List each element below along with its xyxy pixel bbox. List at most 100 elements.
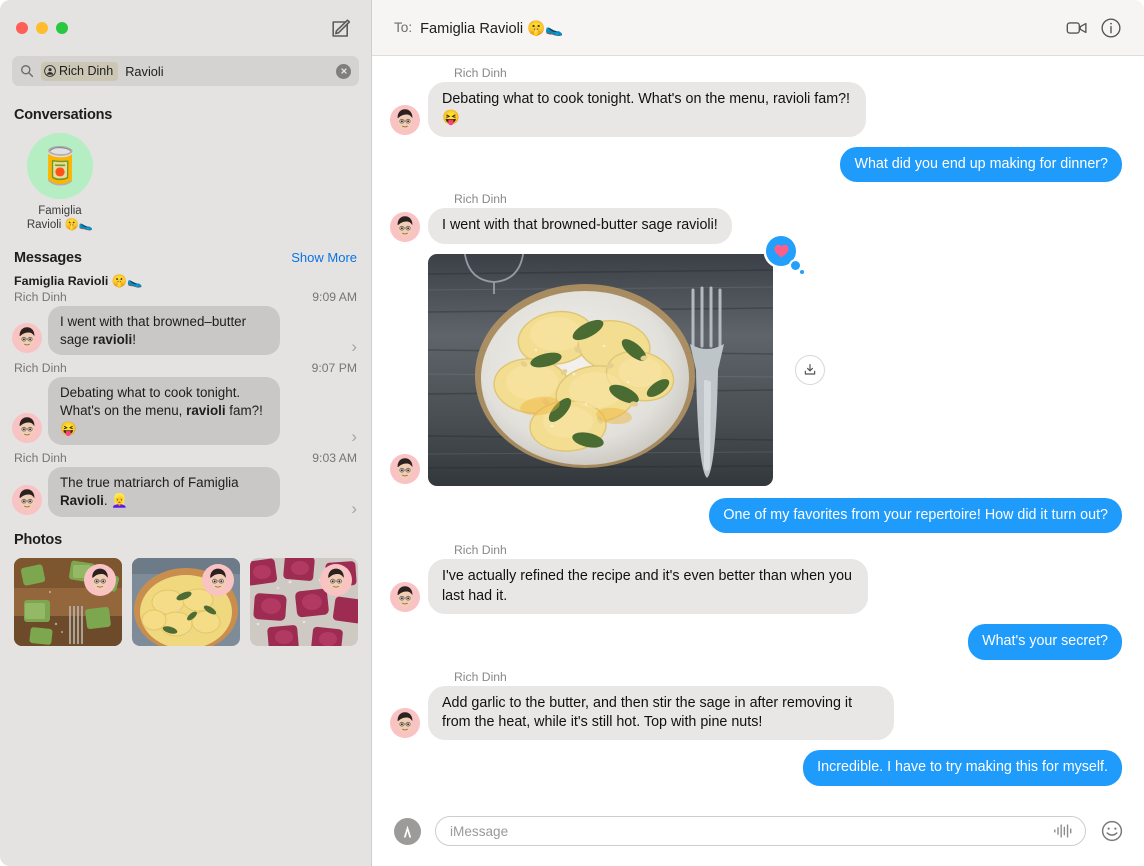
photos-strip [0, 554, 371, 660]
conversation-name-line1: Famiglia [38, 205, 82, 217]
composer-bar: iMessage [372, 804, 1144, 866]
conversation-pane: To: Famiglia Ravioli 🤫🥿 Rich Dinh Debati… [372, 0, 1144, 866]
person-circle-icon [44, 65, 56, 77]
search-input[interactable]: Rich Dinh Ravioli [12, 56, 359, 86]
message-sender-label: Rich Dinh [454, 66, 507, 80]
list-item[interactable]: Famiglia Ravioli 🤫🥿 Rich Dinh 9:09 AM I … [0, 272, 371, 360]
message-result-bubble: I went with that browned–butter sage rav… [43, 305, 280, 356]
message-result-group: Famiglia Ravioli 🤫🥿 [14, 273, 143, 288]
search-icon [20, 64, 34, 78]
message-text-match: Ravioli [60, 492, 104, 508]
compose-icon[interactable] [329, 16, 353, 40]
message-result-meta: Rich Dinh 9:07 PM [12, 361, 359, 377]
message-bubble[interactable]: Debating what to cook tonight. What's on… [422, 82, 866, 137]
message-row-outgoing: One of my favorites from your repertoire… [390, 497, 1128, 534]
message-input[interactable]: iMessage [435, 816, 1086, 846]
message-bubble[interactable]: What did you end up making for dinner? [840, 146, 1128, 183]
message-text-after: . 👱‍♀️ [103, 492, 129, 508]
messages-window: Rich Dinh Ravioli Conversations 🥫 Famigl… [0, 0, 1144, 866]
tapback-dot-large [791, 260, 800, 270]
maximize-button[interactable] [56, 22, 68, 34]
message-result-sender: Rich Dinh [14, 361, 67, 376]
conversation-header: To: Famiglia Ravioli 🤫🥿 [372, 0, 1144, 56]
avatar [202, 563, 234, 596]
message-row-incoming: I went with that browned-butter sage rav… [390, 208, 1122, 245]
message-row-outgoing: What did you end up making for dinner? [390, 146, 1128, 183]
show-more-link[interactable]: Show More [291, 250, 357, 265]
message-input-placeholder: iMessage [450, 823, 509, 839]
photo-thumbnail-pink-ravioli[interactable] [250, 557, 358, 646]
message-row-outgoing: What's your secret? [390, 624, 1128, 660]
video-camera-icon[interactable] [1064, 15, 1090, 41]
tomato-can-emoji: 🥫 [37, 145, 83, 186]
avatar [12, 323, 42, 354]
message-result-bubble: Debating what to cook tonight. What's on… [43, 377, 280, 446]
avatar [390, 104, 420, 135]
message-sender-label: Rich Dinh [454, 543, 507, 558]
message-text-match: ravioli [186, 403, 226, 419]
photo-thumbnail-green-ravioli[interactable] [14, 557, 122, 646]
messages-section-header: Messages Show More [0, 239, 371, 272]
avatar [390, 211, 420, 242]
list-item[interactable]: Rich Dinh 9:03 AM The true matriarch of … [0, 449, 371, 521]
list-item[interactable]: Rich Dinh 9:07 PM Debating what to cook … [0, 359, 371, 448]
clear-icon[interactable] [336, 63, 351, 79]
message-bubble[interactable]: What's your secret? [968, 624, 1128, 660]
message-result-body: I went with that browned–butter sage rav… [12, 305, 359, 356]
search-container: Rich Dinh Ravioli [0, 56, 371, 96]
tapback-dot-small [800, 269, 804, 274]
message-result-bubble: The true matriarch of Famiglia Ravioli. … [43, 466, 280, 517]
smiley-face-icon[interactable] [1100, 819, 1124, 843]
chevron-right-icon[interactable]: › [351, 428, 357, 445]
message-result-sender: Rich Dinh [14, 450, 67, 465]
conversations-section-header: Conversations [0, 96, 371, 129]
tapback-heart[interactable] [766, 235, 804, 274]
conversation-name-line2: Ravioli 🤫🥿 [26, 219, 94, 232]
audio-waveform-icon[interactable] [1053, 823, 1073, 839]
avatar [390, 453, 420, 484]
message-result-body: Debating what to cook tonight. What's on… [12, 377, 359, 446]
message-sender-label: Rich Dinh [454, 192, 507, 207]
to-label: To: [394, 20, 413, 35]
message-result-time: 9:09 AM [312, 289, 357, 304]
titlebar [0, 0, 371, 56]
app-store-icon[interactable] [394, 817, 421, 845]
message-text-after: ! [132, 331, 136, 347]
message-text-before: I went with that browned–butter sage [60, 313, 247, 347]
recipient-name[interactable]: Famiglia Ravioli 🤫🥿 [420, 19, 563, 37]
message-text-before: The true matriarch of Famiglia [60, 474, 239, 490]
minimize-button[interactable] [36, 22, 48, 34]
message-row-incoming: Debating what to cook tonight. What's on… [390, 82, 1122, 137]
message-bubble[interactable]: I've actually refined the recipe and it'… [422, 559, 868, 615]
message-result-time: 9:07 PM [311, 361, 357, 376]
message-bubble[interactable]: One of my favorites from your repertoire… [709, 497, 1128, 534]
message-bubble[interactable]: Incredible. I have to try making this fo… [803, 750, 1128, 787]
traffic-lights [16, 22, 68, 34]
conversations-title: Conversations [14, 107, 113, 123]
info-circle-icon[interactable] [1098, 15, 1124, 41]
message-bubble[interactable]: Add garlic to the butter, and then stir … [422, 685, 894, 741]
chevron-right-icon[interactable]: › [351, 500, 357, 517]
message-result-time: 9:03 AM [312, 450, 357, 465]
download-icon[interactable] [795, 354, 825, 385]
avatar [320, 563, 352, 596]
conversation-avatar: 🥫 [27, 133, 93, 199]
message-result-body: The true matriarch of Famiglia Ravioli. … [12, 466, 359, 517]
close-button[interactable] [16, 22, 28, 34]
photo-attachment[interactable] [428, 253, 773, 486]
message-bubble[interactable]: I went with that browned-butter sage rav… [422, 208, 732, 245]
photos-title: Photos [14, 531, 62, 548]
conversation-card-famiglia-ravioli[interactable]: 🥫 Famiglia Ravioli 🤫🥿 [14, 133, 106, 233]
search-token-label: Rich Dinh [59, 64, 114, 78]
message-thread[interactable]: Rich Dinh Debating what to cook tonight. [372, 56, 1144, 804]
heart-icon [773, 244, 789, 258]
chevron-right-icon[interactable]: › [351, 338, 357, 355]
photo-thumbnail-yellow-ravioli[interactable] [132, 557, 240, 646]
search-token-person[interactable]: Rich Dinh [41, 61, 119, 81]
avatar [12, 412, 42, 443]
message-text-match: ravioli [92, 331, 133, 347]
message-result-meta: Rich Dinh 9:09 AM [12, 290, 359, 306]
conversations-list: 🥫 Famiglia Ravioli 🤫🥿 [0, 129, 371, 239]
sidebar-results: Conversations 🥫 Famiglia Ravioli 🤫🥿 Mess… [0, 96, 371, 866]
search-query-text: Ravioli [125, 63, 164, 79]
